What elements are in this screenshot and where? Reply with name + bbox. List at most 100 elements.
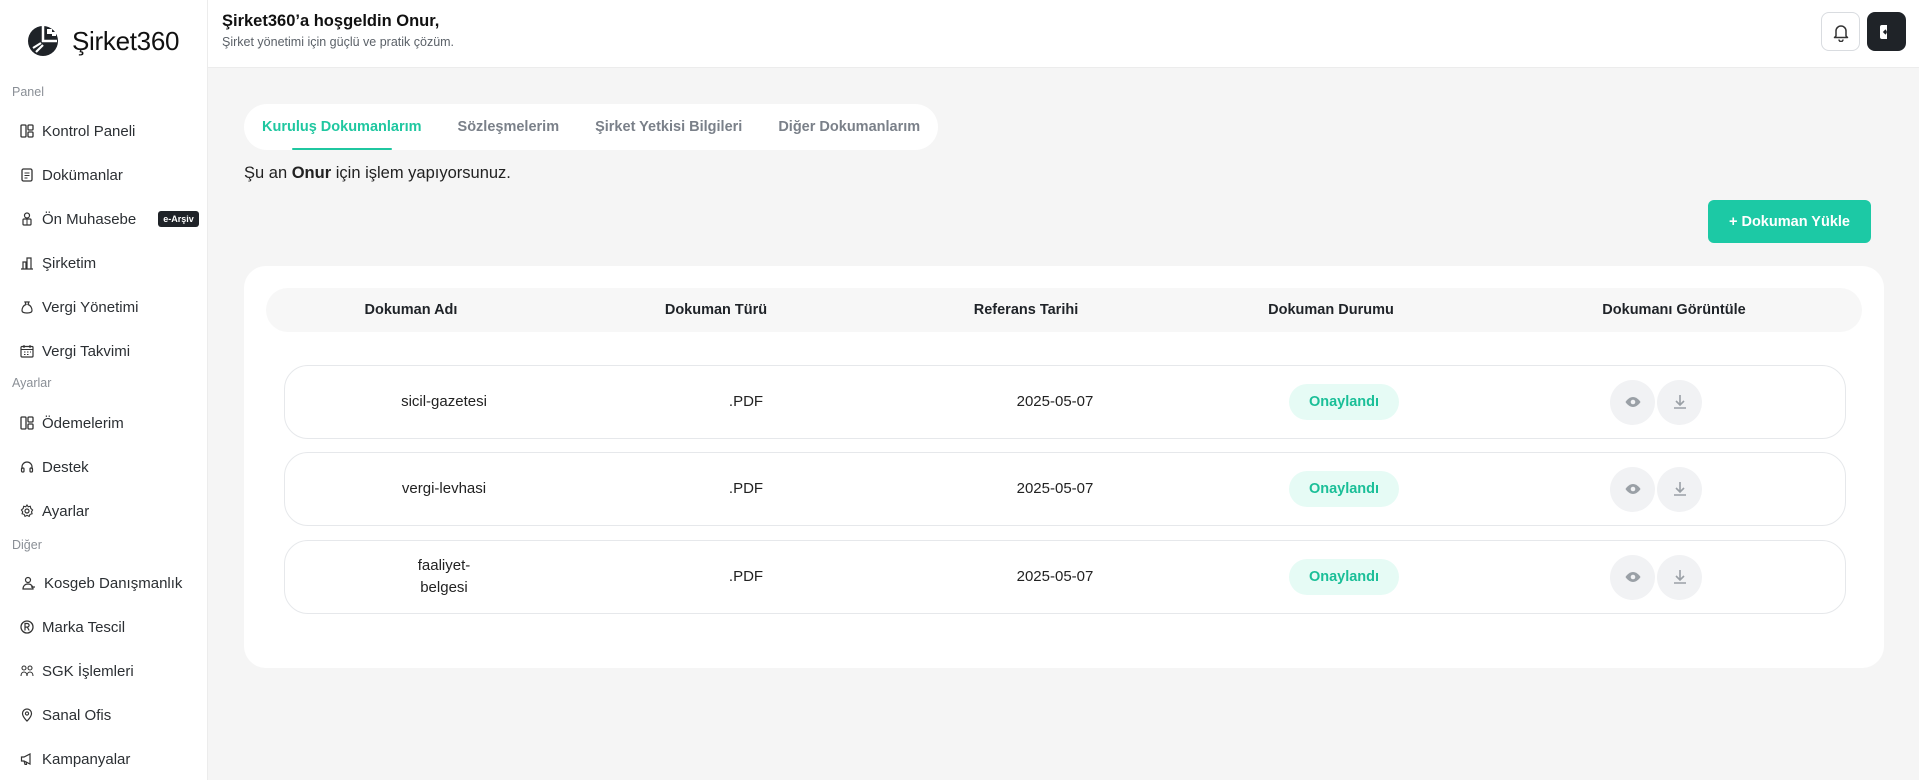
notice-prefix: Şu an: [244, 164, 288, 182]
column-header-type: Dokuman Türü: [664, 302, 768, 318]
document-type: .PDF: [728, 568, 764, 585]
sidebar-item-odemelerim[interactable]: Ödemelerim: [20, 410, 124, 436]
document-tabs: Kuruluş Dokumanlarım Sözleşmelerim Şirke…: [244, 104, 939, 150]
dashboard-icon: [20, 124, 34, 138]
sidebar-item-vergi-takvimi[interactable]: Vergi Takvimi: [20, 338, 130, 364]
sidebar-item-sirketim[interactable]: Şirketim: [20, 250, 96, 276]
table-row: vergi-levhasi .PDF 2025-05-07 Onaylandı: [284, 452, 1846, 526]
sidebar-item-destek[interactable]: Destek: [20, 454, 89, 480]
sidebar-item-label: Marka Tescil: [42, 618, 126, 636]
sidebar-item-sgk-islemleri[interactable]: SGK İşlemleri: [20, 658, 134, 684]
documents-table: Dokuman Adı Dokuman Türü Referans Tarihi…: [244, 266, 1884, 668]
status-badge: Onaylandı: [1288, 559, 1400, 595]
column-header-status: Dokuman Durumu: [1268, 302, 1394, 318]
accountant-icon: [20, 212, 34, 226]
sidebar-item-dokumanlar[interactable]: Dokümanlar: [20, 162, 123, 188]
view-document-button[interactable]: [1610, 466, 1655, 512]
status-cell: Onaylandı: [1221, 366, 1467, 438]
column-header-view: Dokumanı Görüntüle: [1602, 302, 1746, 318]
sidebar-item-kampanyalar[interactable]: Kampanyalar: [20, 746, 130, 772]
sidebar-item-label: Kosgeb Danışmanlık: [44, 574, 183, 592]
table-row: faaliyet-belgesi .PDF 2025-05-07 Onaylan…: [284, 540, 1846, 614]
money-bag-icon: [20, 300, 34, 314]
reference-date: 2025-05-07: [1016, 393, 1094, 410]
gear-icon: [20, 504, 34, 518]
sidebar-item-label: Ödemelerim: [42, 414, 124, 432]
eye-icon: [1625, 397, 1640, 407]
people-icon: [20, 664, 34, 678]
status-badge: Onaylandı: [1288, 384, 1400, 420]
building-icon: [20, 256, 34, 270]
brand-logo-icon: [28, 26, 58, 56]
download-icon: [1673, 570, 1686, 584]
calendar-icon: [20, 344, 34, 358]
section-label-diger: Diğer: [12, 538, 42, 552]
status-cell: Onaylandı: [1221, 453, 1467, 525]
tab-sirket-yetkisi-bilgileri[interactable]: Şirket Yetkisi Bilgileri: [595, 104, 742, 150]
megaphone-icon: [20, 752, 34, 766]
eye-icon: [1625, 572, 1640, 582]
payments-icon: [20, 416, 34, 430]
brand-name: Şirket360: [72, 25, 180, 56]
reference-date: 2025-05-07: [1016, 480, 1094, 497]
tab-kurulus-dokumanlarim[interactable]: Kuruluş Dokumanlarım: [262, 104, 422, 150]
eye-icon: [1625, 484, 1640, 494]
document-type: .PDF: [728, 480, 764, 497]
consultant-icon: [22, 576, 36, 590]
document-type: .PDF: [728, 393, 764, 410]
sidebar-item-label: SGK İşlemleri: [42, 662, 134, 680]
sidebar-item-vergi-yonetimi[interactable]: Vergi Yönetimi: [20, 294, 138, 320]
bell-icon: [1833, 24, 1848, 42]
document-name: faaliyet-belgesi: [417, 557, 471, 596]
sidebar-item-marka-tescil[interactable]: Marka Tescil: [20, 614, 125, 640]
row-actions: [1467, 453, 1845, 525]
sidebar-item-label: Ön Muhasebe: [42, 210, 137, 228]
document-icon: [20, 168, 34, 182]
download-document-button[interactable]: [1657, 554, 1702, 600]
column-header-name: Dokuman Adı: [364, 302, 458, 318]
notifications-button[interactable]: [1821, 12, 1860, 51]
sidebar-item-label: Vergi Yönetimi: [42, 298, 139, 316]
sidebar-item-label: Dokümanlar: [42, 166, 123, 184]
download-document-button[interactable]: [1657, 466, 1702, 512]
headset-icon: [20, 460, 34, 474]
notice-suffix: için işlem yapıyorsunuz.: [335, 164, 511, 182]
welcome-subtitle: Şirket yönetimi için güçlü ve pratik çöz…: [222, 35, 455, 49]
upload-document-button[interactable]: + Dokuman Yükle: [1708, 200, 1871, 243]
location-icon: [20, 708, 34, 722]
view-document-button[interactable]: [1610, 379, 1655, 425]
section-label-panel: Panel: [12, 85, 44, 99]
table-header: Dokuman Adı Dokuman Türü Referans Tarihi…: [266, 288, 1862, 332]
table-row: sicil-gazetesi .PDF 2025-05-07 Onaylandı: [284, 365, 1846, 439]
sidebar-item-ayarlar[interactable]: Ayarlar: [20, 498, 89, 524]
download-document-button[interactable]: [1657, 379, 1702, 425]
reference-date: 2025-05-07: [1016, 568, 1094, 585]
sidebar-item-kontrol-paneli[interactable]: Kontrol Paneli: [20, 118, 135, 144]
brand-logo[interactable]: Şirket360: [26, 20, 179, 62]
sidebar-item-label: Vergi Takvimi: [42, 342, 131, 360]
document-name: vergi-levhasi: [401, 480, 487, 497]
sidebar-item-sanal-ofis[interactable]: Sanal Ofis: [20, 702, 111, 728]
topbar: Şirket360’a hoşgeldin Onur, Şirket yönet…: [208, 0, 1919, 68]
sidebar-item-label: Destek: [42, 458, 89, 476]
registered-icon: [20, 620, 34, 634]
sidebar-item-label: Kontrol Paneli: [42, 122, 136, 140]
status-cell: Onaylandı: [1221, 541, 1467, 613]
notice-user: Onur: [291, 164, 332, 182]
status-badge: Onaylandı: [1288, 471, 1400, 507]
logout-button[interactable]: [1867, 12, 1906, 51]
sidebar: Şirket360 Panel Kontrol Paneli Dokümanla…: [0, 0, 208, 780]
row-actions: [1467, 541, 1845, 613]
sidebar-item-label: Sanal Ofis: [42, 706, 112, 724]
tab-diger-dokumanlarim[interactable]: Diğer Dokumanlarım: [778, 104, 920, 150]
sidebar-item-label: Kampanyalar: [42, 750, 131, 768]
row-actions: [1467, 366, 1845, 438]
download-icon: [1673, 395, 1686, 409]
tab-sozlesmelerim[interactable]: Sözleşmelerim: [458, 104, 560, 150]
logout-icon: [1879, 24, 1894, 39]
column-header-date: Referans Tarihi: [973, 302, 1079, 318]
view-document-button[interactable]: [1610, 554, 1655, 600]
sidebar-item-on-muhasebe[interactable]: Ön Muhasebe e-Arşiv: [20, 206, 199, 232]
welcome-title: Şirket360’a hoşgeldin Onur,: [222, 12, 440, 30]
sidebar-item-kosgeb[interactable]: Kosgeb Danışmanlık: [22, 570, 182, 596]
